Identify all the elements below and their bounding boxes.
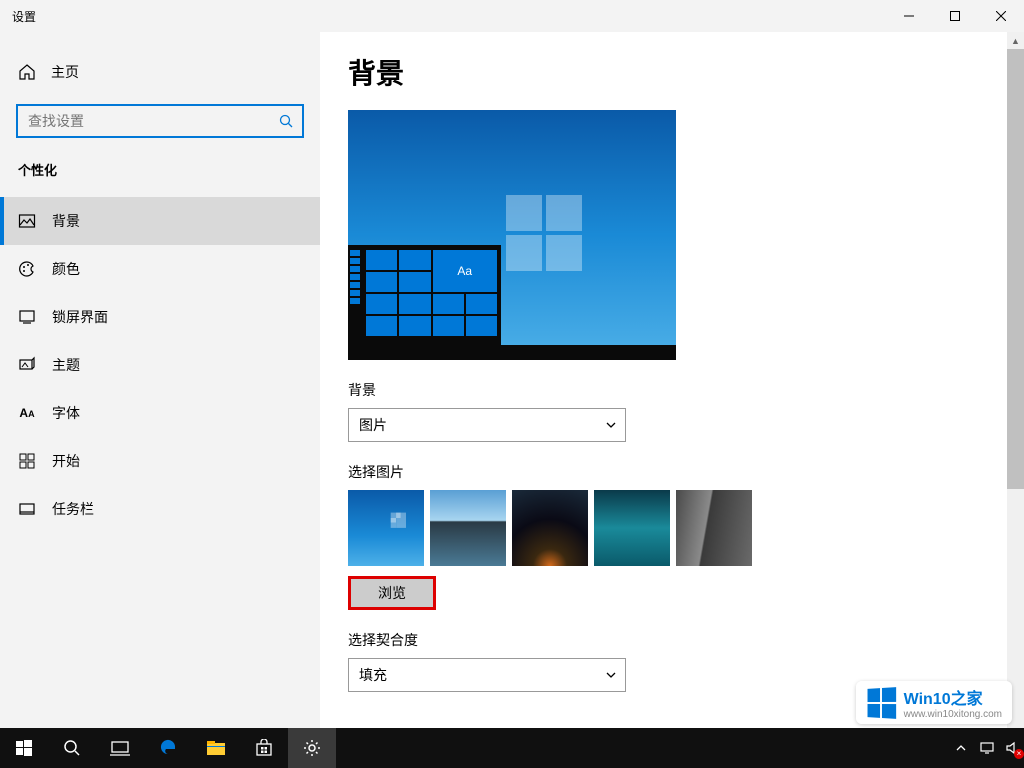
edge-button[interactable] bbox=[144, 728, 192, 768]
watermark-brand: Win10之家 bbox=[904, 685, 1002, 709]
nav-themes[interactable]: 主题 bbox=[0, 341, 320, 389]
fit-dropdown[interactable]: 填充 bbox=[348, 658, 626, 692]
choose-picture-group: 选择图片 浏览 bbox=[348, 462, 1024, 610]
chevron-down-icon bbox=[605, 669, 617, 681]
windows-logo-icon bbox=[506, 195, 584, 273]
fit-label: 选择契合度 bbox=[348, 630, 1024, 650]
background-type-dropdown[interactable]: 图片 bbox=[348, 408, 626, 442]
explorer-button[interactable] bbox=[192, 728, 240, 768]
start-button[interactable] bbox=[0, 728, 48, 768]
scrollbar-thumb[interactable] bbox=[1007, 49, 1024, 489]
font-icon: AA bbox=[18, 404, 36, 422]
settings-window: 设置 主页 个性化 bbox=[0, 0, 1024, 728]
tray-chevron-icon[interactable] bbox=[952, 739, 970, 757]
settings-taskbar-button[interactable] bbox=[288, 728, 336, 768]
browse-button[interactable]: 浏览 bbox=[348, 576, 436, 610]
page-title: 背景 bbox=[348, 52, 1024, 92]
store-button[interactable] bbox=[240, 728, 288, 768]
scroll-up-icon[interactable]: ▲ bbox=[1007, 32, 1024, 49]
choose-picture-label: 选择图片 bbox=[348, 462, 1024, 482]
content-area: 主页 个性化 背景 颜色 锁屏界面 bbox=[0, 32, 1024, 728]
nav-label: 任务栏 bbox=[52, 499, 94, 519]
search-box[interactable] bbox=[16, 104, 304, 138]
nav-label: 锁屏界面 bbox=[52, 307, 108, 327]
theme-icon bbox=[18, 356, 36, 374]
search-input[interactable] bbox=[18, 113, 270, 129]
nav-lockscreen[interactable]: 锁屏界面 bbox=[0, 293, 320, 341]
search-button[interactable] bbox=[48, 728, 96, 768]
nav-label: 主题 bbox=[52, 355, 80, 375]
watermark-logo-icon bbox=[867, 687, 896, 719]
picture-thumb[interactable] bbox=[348, 490, 424, 566]
background-type-label: 背景 bbox=[348, 380, 1024, 400]
system-tray: × bbox=[952, 728, 1024, 768]
main-panel: 背景 Aa bbox=[320, 32, 1024, 728]
nav-start[interactable]: 开始 bbox=[0, 437, 320, 485]
taskbar-icon bbox=[18, 500, 36, 518]
nav-label: 背景 bbox=[52, 211, 80, 231]
preview-start-menu: Aa bbox=[348, 245, 501, 360]
nav-background[interactable]: 背景 bbox=[0, 197, 320, 245]
taskbar: × bbox=[0, 728, 1024, 768]
nav-label: 字体 bbox=[52, 403, 80, 423]
picture-thumb[interactable] bbox=[676, 490, 752, 566]
nav-label: 颜色 bbox=[52, 259, 80, 279]
vertical-scrollbar[interactable]: ▲ ▼ bbox=[1007, 32, 1024, 768]
dropdown-value: 图片 bbox=[359, 415, 387, 435]
search-icon bbox=[270, 114, 302, 128]
picture-thumb[interactable] bbox=[430, 490, 506, 566]
watermark: Win10之家 www.win10xitong.com bbox=[856, 681, 1012, 724]
nav-colors[interactable]: 颜色 bbox=[0, 245, 320, 293]
network-icon[interactable] bbox=[978, 739, 996, 757]
preview-taskbar bbox=[348, 345, 676, 360]
background-preview: Aa bbox=[348, 110, 676, 360]
palette-icon bbox=[18, 260, 36, 278]
taskview-button[interactable] bbox=[96, 728, 144, 768]
picture-thumb[interactable] bbox=[594, 490, 670, 566]
category-label: 个性化 bbox=[0, 138, 320, 189]
watermark-url: www.win10xitong.com bbox=[904, 709, 1002, 720]
lockscreen-icon bbox=[18, 308, 36, 326]
window-title: 设置 bbox=[12, 8, 36, 25]
home-label: 主页 bbox=[51, 62, 79, 82]
nav-items: 背景 颜色 锁屏界面 主题 AA 字体 bbox=[0, 197, 320, 533]
titlebar: 设置 bbox=[0, 0, 1024, 32]
image-icon bbox=[18, 212, 36, 230]
background-type-group: 背景 图片 bbox=[348, 380, 1024, 442]
picture-thumb[interactable] bbox=[512, 490, 588, 566]
dropdown-value: 填充 bbox=[359, 665, 387, 685]
maximize-button[interactable] bbox=[932, 0, 978, 32]
close-button[interactable] bbox=[978, 0, 1024, 32]
chevron-down-icon bbox=[605, 419, 617, 431]
home-icon bbox=[18, 63, 36, 81]
nav-label: 开始 bbox=[52, 451, 80, 471]
start-icon bbox=[18, 452, 36, 470]
home-nav[interactable]: 主页 bbox=[0, 52, 320, 92]
nav-taskbar[interactable]: 任务栏 bbox=[0, 485, 320, 533]
minimize-button[interactable] bbox=[886, 0, 932, 32]
sidebar: 主页 个性化 背景 颜色 锁屏界面 bbox=[0, 32, 320, 728]
preview-tile-aa: Aa bbox=[433, 250, 498, 292]
volume-icon[interactable]: × bbox=[1004, 739, 1022, 757]
picture-thumbnails bbox=[348, 490, 1024, 566]
nav-fonts[interactable]: AA 字体 bbox=[0, 389, 320, 437]
